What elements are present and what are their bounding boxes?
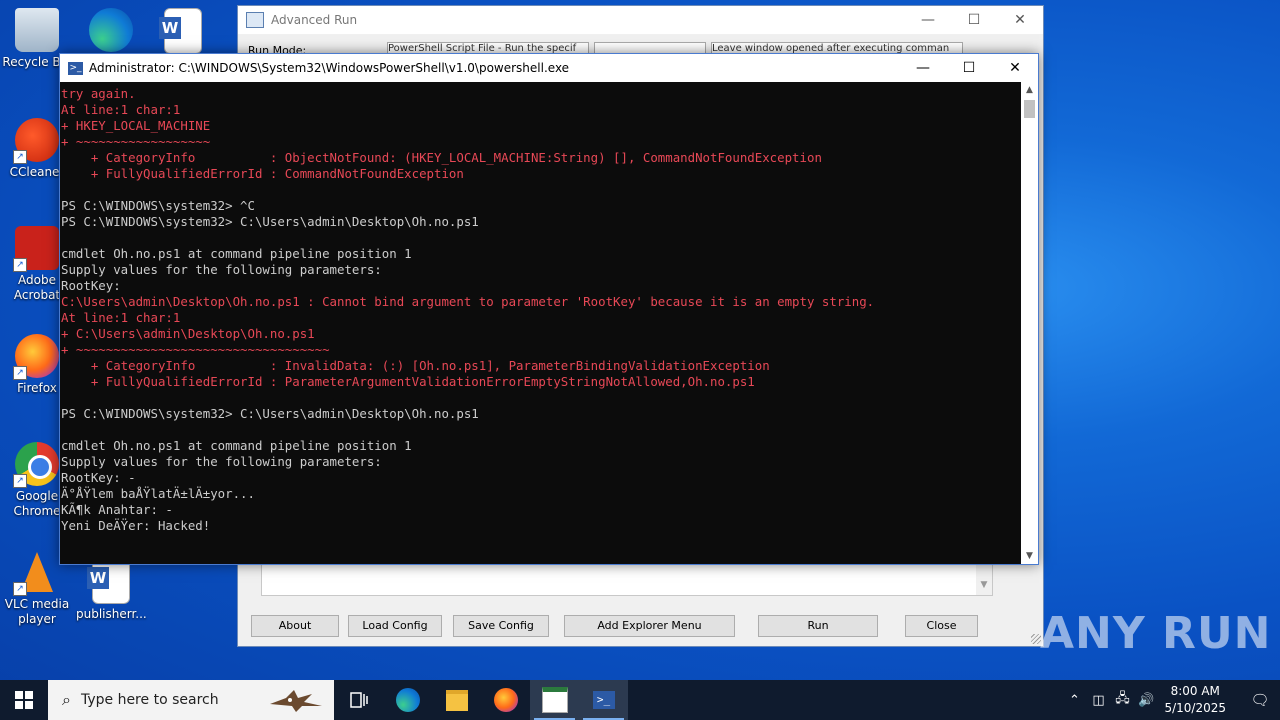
chrome-icon: ↗: [13, 442, 59, 488]
taskbar-search-box[interactable]: ⌕ Type here to search: [48, 680, 334, 720]
taskbar-powershell[interactable]: >_: [579, 680, 628, 720]
volume-icon[interactable]: 🔊: [1134, 693, 1158, 708]
edge-icon: [395, 688, 420, 712]
desktop-icon-label: VLC media player: [4, 597, 70, 626]
console-line: cmdlet Oh.no.ps1 at command pipeline pos…: [61, 438, 412, 453]
console-line: + FullyQualifiedErrorId : ParameterArgum…: [61, 374, 755, 389]
desktop-icon-word[interactable]: [148, 8, 218, 57]
firefox-icon: ↗: [13, 334, 59, 380]
console-line: PS C:\WINDOWS\system32> C:\Users\admin\D…: [61, 214, 479, 229]
desktop-icon-edge[interactable]: [76, 8, 146, 55]
console-line: + FullyQualifiedErrorId : CommandNotFoun…: [61, 166, 464, 181]
close-window-button[interactable]: ✕: [992, 54, 1038, 82]
window-title: Administrator: C:\WINDOWS\System32\Windo…: [89, 61, 570, 75]
console-line: At line:1 char:1: [61, 102, 181, 117]
window-title: Advanced Run: [271, 13, 358, 27]
taskbar-clock[interactable]: 8:00 AM 5/10/2025: [1164, 683, 1226, 717]
clock-date: 5/10/2025: [1164, 701, 1226, 715]
taskbar-advanced-run[interactable]: [530, 680, 579, 720]
advanced-run-icon: [541, 687, 568, 713]
console-line: Supply values for the following paramete…: [61, 454, 382, 469]
powershell-icon: >_: [68, 61, 83, 75]
console-line: + HKEY_LOCAL_MACHINE: [61, 118, 211, 133]
console-line: C:\Users\admin\Desktop\Oh.no.ps1 : Canno…: [61, 294, 875, 309]
run-button[interactable]: Run: [758, 615, 878, 637]
task-view-icon: [349, 692, 368, 708]
add-explorer-menu-button[interactable]: Add Explorer Menu: [564, 615, 735, 637]
maximize-button[interactable]: ☐: [946, 54, 992, 82]
scroll-down-arrow-icon[interactable]: ▼: [1021, 548, 1038, 564]
anyrun-watermark: ANY RUN: [1040, 608, 1272, 659]
about-button[interactable]: About: [251, 615, 339, 637]
console-line: At line:1 char:1: [61, 310, 181, 325]
load-config-button[interactable]: Load Config: [348, 615, 442, 637]
file-explorer-icon: [445, 689, 468, 711]
close-button[interactable]: Close: [905, 615, 978, 637]
console-line: RootKey: -: [61, 470, 136, 485]
console-line: cmdlet Oh.no.ps1 at command pipeline pos…: [61, 246, 412, 261]
maximize-button[interactable]: ☐: [951, 6, 997, 34]
console-line: + CategoryInfo : InvalidData: (:) [Oh.no…: [61, 358, 770, 373]
edge-icon: [89, 8, 133, 52]
console-line: + ~~~~~~~~~~~~~~~~~~~~~~~~~~~~~~~~~~: [61, 342, 330, 357]
console-line: try again.: [61, 86, 136, 101]
scrollbar-thumb[interactable]: [1024, 100, 1035, 118]
console-line: + ~~~~~~~~~~~~~~~~~~: [61, 134, 211, 149]
word-document-icon: [159, 8, 202, 54]
console-line: + C:\Users\admin\Desktop\Oh.no.ps1: [61, 326, 315, 341]
powershell-titlebar[interactable]: >_ Administrator: C:\WINDOWS\System32\Wi…: [60, 54, 1038, 82]
output-textarea[interactable]: ▼: [261, 564, 993, 596]
console-line: + CategoryInfo : ObjectNotFound: (HKEY_L…: [61, 150, 822, 165]
minimize-button[interactable]: —: [905, 6, 951, 34]
taskbar: ⌕ Type here to search >_ ⌃ ◫ 🖧 🔊 8:00 AM: [0, 680, 1280, 720]
firefox-icon: [493, 688, 518, 712]
search-highlight-icon: [270, 690, 322, 712]
minimize-button[interactable]: —: [900, 54, 946, 82]
textarea-scrollbar[interactable]: ▼: [976, 565, 992, 595]
taskbar-file-explorer[interactable]: [432, 680, 481, 720]
taskbar-firefox[interactable]: [481, 680, 530, 720]
start-button[interactable]: [0, 680, 48, 720]
advanced-run-app-icon: [246, 12, 264, 28]
powershell-icon: >_: [592, 691, 615, 709]
console-line: RootKey:: [61, 278, 121, 293]
console-line: KÃ¶k Anahtar: -: [61, 502, 173, 517]
system-tray: ⌃ ◫ 🖧 🔊 8:00 AM 5/10/2025 🗨: [1062, 680, 1280, 720]
scroll-up-arrow-icon[interactable]: ▲: [1021, 82, 1038, 98]
meet-now-icon[interactable]: ◫: [1086, 693, 1110, 708]
advanced-run-titlebar[interactable]: Advanced Run — ☐ ✕: [238, 6, 1043, 34]
recycle-bin-icon: [15, 8, 59, 52]
adobe-acrobat-icon: ↗: [13, 226, 59, 272]
search-placeholder: Type here to search: [80, 692, 219, 708]
console-line: Ä°ÅŸlem baÅŸlatÄ±lÄ±yor...: [61, 486, 255, 501]
desktop-icon-label: publisherr...: [76, 607, 147, 621]
console-line: Supply values for the following paramete…: [61, 262, 382, 277]
powershell-window: >_ Administrator: C:\WINDOWS\System32\Wi…: [59, 53, 1039, 565]
search-icon: ⌕: [62, 690, 71, 709]
save-config-button[interactable]: Save Config: [453, 615, 549, 637]
chevron-up-icon[interactable]: ⌃: [1062, 693, 1086, 708]
console-line: Yeni DeÄŸer: Hacked!: [61, 518, 211, 533]
ccleaner-icon: ↗: [13, 118, 59, 164]
network-icon[interactable]: 🖧: [1110, 689, 1134, 711]
console-scrollbar[interactable]: ▲ ▼: [1021, 82, 1038, 564]
windows-logo-icon: [15, 691, 33, 709]
console-output[interactable]: try again. At line:1 char:1 + HKEY_LOCAL_M…: [60, 84, 1021, 566]
desktop-icon-publisher-doc[interactable]: publisherr...: [76, 558, 147, 622]
console-line: PS C:\WINDOWS\system32> ^C: [61, 198, 255, 213]
vlc-icon: ↗: [13, 550, 59, 596]
taskbar-edge[interactable]: [383, 680, 432, 720]
notification-icon[interactable]: 🗨: [1240, 691, 1280, 709]
clock-time: 8:00 AM: [1170, 684, 1220, 698]
close-window-button[interactable]: ✕: [997, 6, 1043, 34]
task-view-button[interactable]: [334, 680, 383, 720]
console-line: PS C:\WINDOWS\system32> C:\Users\admin\D…: [61, 406, 479, 421]
